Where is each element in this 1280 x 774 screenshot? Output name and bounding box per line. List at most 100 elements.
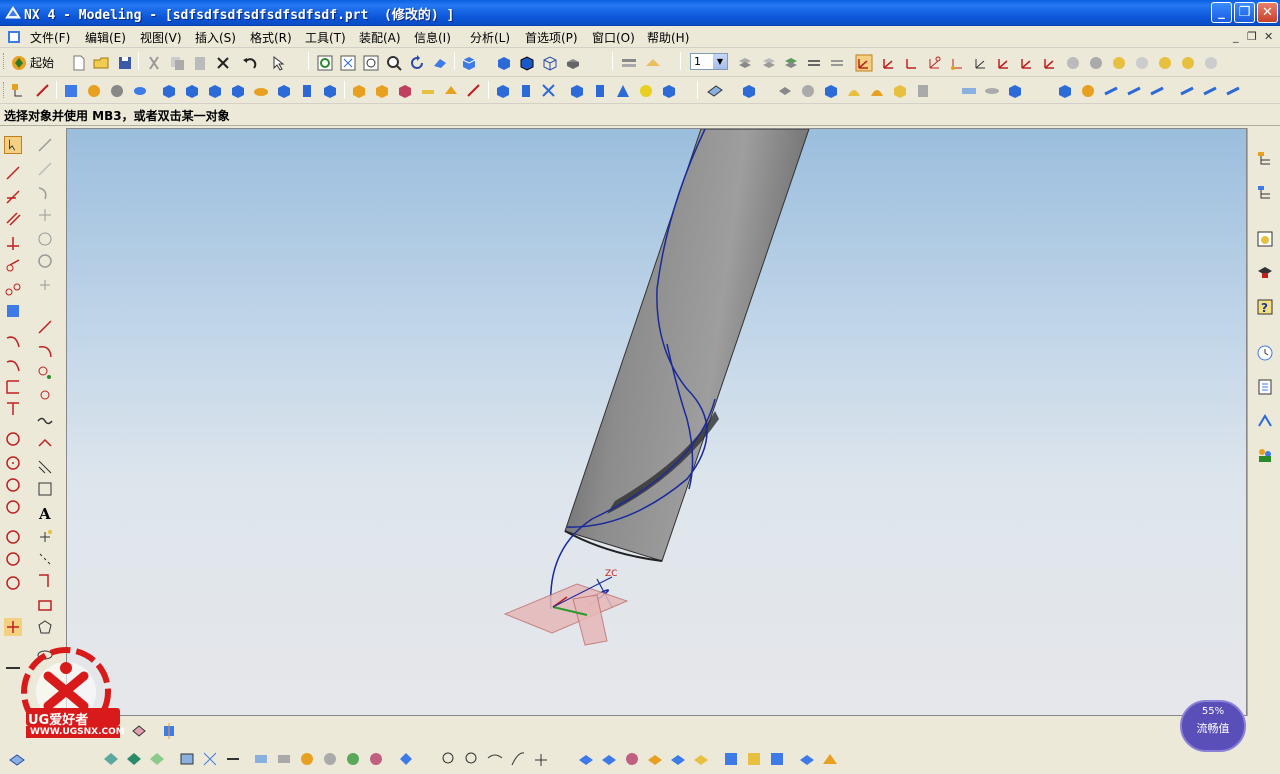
zoom-icon[interactable] <box>385 54 403 72</box>
surface-tool-2-icon[interactable] <box>102 750 120 768</box>
corner-icon[interactable] <box>36 572 54 590</box>
freeform-10-icon[interactable] <box>798 750 816 768</box>
text-icon[interactable]: A <box>36 504 54 522</box>
mirror-icon[interactable] <box>660 82 678 100</box>
subtract-icon[interactable] <box>373 82 391 100</box>
menu-preferences[interactable]: 首选项(P) <box>525 29 578 46</box>
part-navigator-icon[interactable] <box>10 82 28 100</box>
circle-diameter-icon[interactable] <box>4 550 22 568</box>
point-set-icon[interactable] <box>36 550 54 568</box>
line-red-icon[interactable] <box>36 318 54 336</box>
system-materials-icon[interactable] <box>1256 378 1274 396</box>
circle-tangent-icon[interactable] <box>4 498 22 516</box>
surface-tool-6-icon[interactable] <box>201 750 219 768</box>
wcs-dynamics-icon[interactable] <box>903 54 921 72</box>
basic-curve-icon[interactable] <box>36 184 54 202</box>
surface-tool-3-icon[interactable] <box>125 750 143 768</box>
sketch-icon[interactable] <box>34 82 52 100</box>
perpendicular-line-icon[interactable] <box>4 234 22 252</box>
work-layer-select[interactable]: 1 ▼ <box>690 53 728 70</box>
datum-plane-icon[interactable] <box>706 82 724 100</box>
surface-icon[interactable] <box>776 82 794 100</box>
freeform-11-icon[interactable] <box>821 750 839 768</box>
intersect-icon[interactable] <box>396 82 414 100</box>
fit-icon[interactable] <box>339 54 357 72</box>
chevron-down-icon[interactable]: ▼ <box>713 54 727 69</box>
open-folder-icon[interactable] <box>92 54 110 72</box>
minimize-button[interactable]: _ <box>1211 2 1232 23</box>
render-icon[interactable] <box>1178 82 1196 100</box>
view-style-icon[interactable] <box>564 54 582 72</box>
training-icon[interactable] <box>1256 264 1274 282</box>
freeform-4-icon[interactable] <box>646 750 664 768</box>
web-browser-icon[interactable] <box>1256 230 1274 248</box>
freeform-3-icon[interactable] <box>623 750 641 768</box>
fillet-curve-icon[interactable] <box>36 206 54 224</box>
roles-icon[interactable] <box>1256 446 1274 464</box>
arc-point-icon[interactable] <box>4 356 22 374</box>
tool-icon-3[interactable] <box>1110 54 1128 72</box>
surface-tool-4-icon[interactable] <box>148 750 166 768</box>
graphics-window[interactable]: ZC <box>66 128 1247 716</box>
sweep-surface-icon[interactable] <box>845 82 863 100</box>
wcs-origin-icon[interactable] <box>880 54 898 72</box>
model-view[interactable]: ZC <box>67 129 1247 716</box>
layer-icon-1[interactable] <box>736 54 754 72</box>
menu-tools[interactable]: 工具(T) <box>305 29 346 46</box>
close-button[interactable]: ✕ <box>1257 2 1278 23</box>
point-icon[interactable] <box>36 528 54 546</box>
trim-body-icon[interactable] <box>540 82 558 100</box>
law-curve-icon[interactable] <box>36 434 54 452</box>
project-icon[interactable] <box>36 480 54 498</box>
process-studio-icon[interactable] <box>1256 412 1274 430</box>
mdi-restore-button[interactable]: ❐ <box>1247 30 1257 43</box>
surface-tool-9-icon[interactable] <box>275 750 293 768</box>
arc-tangent-icon[interactable] <box>4 378 22 396</box>
freeform-7-icon[interactable] <box>722 750 740 768</box>
circle-point-icon[interactable] <box>4 574 22 592</box>
refresh-icon[interactable] <box>316 54 334 72</box>
menu-window[interactable]: 窗口(O) <box>592 29 635 46</box>
freeform-6-icon[interactable] <box>692 750 710 768</box>
line-circles-icon[interactable] <box>4 280 22 298</box>
view-orientation-icon[interactable] <box>460 54 478 72</box>
start-menu-button[interactable]: 起始 <box>30 54 54 71</box>
tool-icon-6[interactable] <box>1179 54 1197 72</box>
shaded-edges-icon[interactable] <box>518 54 536 72</box>
cylinder-icon[interactable] <box>183 82 201 100</box>
measure-icon[interactable] <box>1102 82 1120 100</box>
tool-icon-5[interactable] <box>1156 54 1174 72</box>
hole-icon[interactable] <box>252 82 270 100</box>
help-icon[interactable]: ? <box>1256 298 1274 316</box>
tool-icon-1[interactable] <box>1064 54 1082 72</box>
edit-surface-icon[interactable] <box>1056 82 1074 100</box>
blend-icon[interactable] <box>419 82 437 100</box>
lighting-icon[interactable] <box>1201 82 1219 100</box>
thread-icon[interactable] <box>591 82 609 100</box>
shaded-icon[interactable] <box>495 54 513 72</box>
assembly-navigator-icon[interactable] <box>1256 150 1274 168</box>
thicken-icon[interactable] <box>914 82 932 100</box>
spline-icon[interactable] <box>36 364 54 382</box>
grid-line-icon[interactable] <box>4 302 22 320</box>
menu-analysis[interactable]: 分析(L) <box>470 29 510 46</box>
wcs-rotate-icon[interactable] <box>926 54 944 72</box>
offset-icon[interactable] <box>517 82 535 100</box>
circle-outline-icon[interactable] <box>36 252 54 270</box>
edit-curve-2-icon[interactable] <box>463 750 481 768</box>
sweep-icon[interactable] <box>108 82 126 100</box>
basic-arc-icon[interactable] <box>36 160 54 178</box>
menu-edit[interactable]: 编辑(E) <box>85 29 126 46</box>
surface-tool-11-icon[interactable] <box>321 750 339 768</box>
spline-point-icon[interactable] <box>36 388 54 406</box>
extrude-icon[interactable] <box>62 82 80 100</box>
arc-icon[interactable] <box>4 332 22 350</box>
freeform-9-icon[interactable] <box>768 750 786 768</box>
block-icon[interactable] <box>160 82 178 100</box>
wcs-orient-icon[interactable] <box>855 54 873 72</box>
sewing-icon[interactable] <box>822 82 840 100</box>
extension-icon[interactable] <box>983 82 1001 100</box>
point-plus-icon[interactable] <box>36 276 54 294</box>
zoom-window-icon[interactable] <box>362 54 380 72</box>
undo-icon[interactable] <box>241 54 259 72</box>
